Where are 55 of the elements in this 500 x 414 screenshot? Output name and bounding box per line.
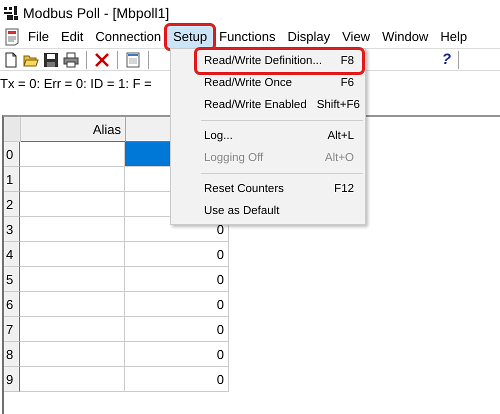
window-title: Modbus Poll - [Mbpoll1] (23, 5, 170, 21)
table-cell: 0 (125, 367, 229, 392)
shortcut-text: Shift+F6 (316, 99, 360, 111)
header-corner (4, 117, 21, 142)
menu-option[interactable]: Read/Write Definition... F8 (197, 50, 362, 72)
row-header: 2 (4, 192, 20, 217)
row-header: 8 (4, 342, 20, 367)
row-header: 5 (4, 267, 20, 292)
table-cell: 0 (125, 342, 229, 367)
option-label: Use as Default (204, 205, 280, 217)
menu-option[interactable]: Read/Write Once F6 (197, 72, 362, 94)
row-header: 1 (4, 167, 20, 192)
printer-icon[interactable] (63, 52, 79, 68)
help-icon[interactable]: ? (442, 51, 451, 68)
table-cell: 0 (125, 317, 229, 342)
menu-item[interactable]: Edit (54, 26, 90, 48)
row-header: 6 (4, 292, 20, 317)
document-icon[interactable] (4, 28, 20, 46)
shortcut-text: F12 (334, 183, 354, 195)
menu-item[interactable]: View (336, 26, 376, 48)
shortcut-text: Alt+L (327, 130, 354, 142)
row-header: 9 (4, 367, 20, 392)
table-cell: 0 (125, 267, 229, 292)
column-header: Alias (21, 117, 126, 142)
menu-item[interactable]: Setup (167, 26, 214, 48)
shortcut-text: Alt+O (324, 152, 354, 164)
row-header: 4 (4, 242, 20, 267)
menu-item[interactable]: Window (376, 26, 434, 48)
menu-option[interactable]: Reset Counters F12 (197, 178, 362, 200)
option-label: Read/Write Definition... (204, 55, 322, 67)
menu-item[interactable]: Functions (213, 26, 282, 48)
menu-item[interactable]: Help (434, 26, 474, 48)
menu-option[interactable]: Read/Write Enabled Shift+F6 (197, 94, 362, 116)
row-header: 7 (4, 317, 20, 342)
app-icon (3, 5, 19, 21)
menu-item[interactable]: Connection (89, 26, 168, 48)
option-label: Read/Write Enabled (204, 99, 307, 111)
option-label: Log... (204, 130, 233, 142)
status-text: Tx = 0: Err = 0: ID = 1: F = (0, 76, 152, 90)
window-icon[interactable] (125, 52, 141, 68)
save-icon[interactable] (43, 52, 59, 68)
delete-icon[interactable] (94, 52, 110, 68)
table-cell: 0 (125, 292, 229, 317)
table-cell: 0 (125, 242, 229, 267)
menu-item[interactable]: Display (282, 26, 336, 48)
shortcut-text: F6 (340, 77, 354, 89)
option-label: Reset Counters (204, 183, 284, 195)
menu-item[interactable]: File (22, 26, 55, 48)
row-header: 3 (4, 217, 20, 242)
row-header: 0 (4, 142, 20, 167)
menu-option[interactable]: Log... Alt+L (197, 125, 362, 147)
new-file-icon[interactable] (3, 52, 19, 68)
option-label: Read/Write Once (204, 77, 292, 89)
option-label: Logging Off (204, 152, 264, 164)
shortcut-text: F8 (340, 55, 354, 67)
